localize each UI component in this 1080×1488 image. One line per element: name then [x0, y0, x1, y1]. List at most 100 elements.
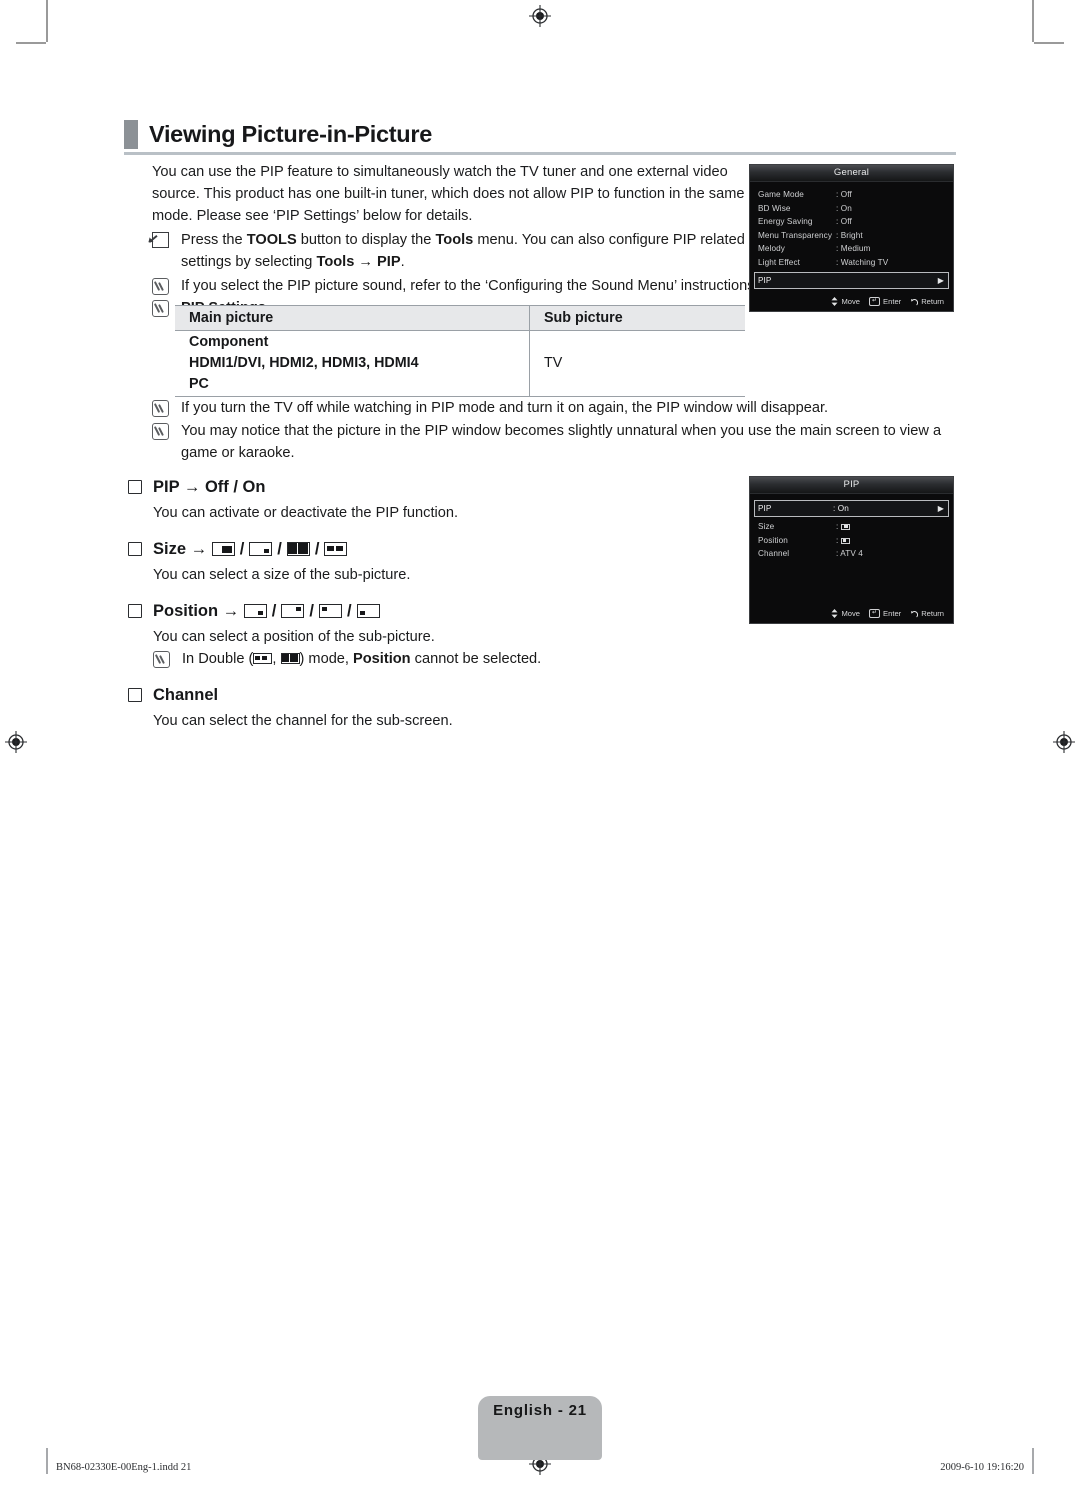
osd-row-game-mode[interactable]: Game Mode : Off: [758, 188, 945, 202]
position-top-left-icon: [318, 604, 342, 618]
osd-row-label: Light Effect: [758, 257, 801, 267]
tools-note-bold-tools-path: Tools: [316, 254, 355, 270]
osd-row-value: : On: [833, 504, 849, 513]
option-size: Size → / / / You can select a size of the …: [128, 538, 728, 586]
osd-pip-title: PIP: [750, 477, 953, 494]
main-picture-cell: Component HDMI1/DVI, HDMI2, HDMI3, HDMI4…: [175, 330, 530, 397]
note-text-c: cannot be selected.: [410, 651, 542, 667]
osd-pip-body: PIP : On ▶ Size : Position : Channel : A…: [750, 494, 953, 561]
osd-row-label: Position: [758, 535, 788, 545]
osd-pip-footer: Move ↵ Enter Return: [750, 609, 953, 618]
chevron-right-icon: ▶: [937, 275, 944, 285]
osd-row-energy-saving[interactable]: Energy Saving : Off: [758, 215, 945, 229]
tools-icon: [152, 232, 169, 255]
osd-row-value: : Off: [836, 190, 852, 200]
option-position-note: In Double (, ) mode, Position cannot be …: [153, 648, 728, 670]
osd-row-light-effect[interactable]: Light Effect : Watching TV: [758, 256, 945, 270]
osd-row-label: PIP: [758, 504, 772, 513]
bullet-square-icon: [128, 542, 142, 556]
osd-value-colon: :: [836, 535, 839, 545]
crop-mark-top-left-h: [16, 42, 46, 44]
note-unnatural-picture: You may notice that the picture in the P…: [152, 420, 981, 464]
osd-value-colon: :: [836, 522, 839, 532]
osd-row-value: : ATV 4: [836, 549, 863, 559]
size-small-icon: [249, 542, 273, 556]
post-table-notes: If you turn the TV off while watching in…: [152, 397, 952, 464]
glyph-separator: /: [346, 602, 352, 620]
osd-row-value: :: [836, 522, 945, 531]
registration-mark-right: [1053, 731, 1075, 753]
main-picture-item: Component: [189, 334, 269, 350]
osd-row-channel[interactable]: Channel : ATV 4: [758, 547, 945, 561]
tools-note-text-a: Press the: [181, 232, 247, 248]
registration-mark-top: [529, 5, 551, 27]
osd-footer-enter: ↵ Enter: [869, 609, 901, 618]
tools-note-bold-tools-menu: Tools: [435, 232, 474, 248]
title-divider: [124, 152, 956, 155]
osd-row-label: Channel: [758, 549, 790, 559]
glyph-separator: /: [277, 540, 282, 558]
crop-mark-bottom-left: [46, 1448, 48, 1474]
position-bottom-left-icon: [840, 537, 850, 544]
return-arrow-icon: [911, 298, 919, 305]
glyph-separator: /: [271, 602, 277, 620]
tools-note: Press the TOOLS button to display the To…: [152, 229, 752, 273]
option-pip-values: Off / On: [204, 478, 266, 496]
osd-footer-enter: ↵ Enter: [869, 297, 901, 306]
osd-row-value: : On: [836, 203, 852, 213]
osd-row-value: : Bright: [836, 230, 863, 240]
return-arrow-icon: [911, 610, 919, 617]
table-header-row: Main picture Sub picture: [175, 305, 745, 331]
note-icon: [152, 300, 169, 324]
option-pip-title: PIP → Off / On: [153, 476, 728, 498]
main-picture-item: HDMI1/DVI, HDMI2, HDMI3, HDMI4: [189, 355, 419, 371]
note-comma: ,: [272, 651, 281, 667]
page-number-tab: English - 21: [478, 1396, 602, 1460]
osd-row-menu-transparency[interactable]: Menu Transparency : Bright: [758, 229, 945, 243]
arrow-glyph: →: [179, 478, 205, 496]
registration-mark-left: [5, 731, 27, 753]
note-text: You may notice that the picture in the P…: [181, 423, 942, 461]
sound-note-text: If you select the PIP picture sound, ref…: [181, 278, 759, 294]
crop-mark-top-right-h: [1034, 42, 1064, 44]
glyph-separator: /: [239, 540, 245, 558]
size-double-narrow-icon: [324, 542, 348, 556]
position-top-right-icon: [281, 604, 305, 618]
double-narrow-icon: [253, 653, 273, 664]
option-channel-title: Channel: [153, 686, 219, 704]
option-size-desc: You can select a size of the sub-picture…: [153, 567, 411, 583]
intro-paragraph: You can use the PIP feature to simultane…: [152, 164, 745, 224]
osd-footer-enter-label: Enter: [883, 609, 902, 618]
footer-timestamp: 2009-6-10 19:16:20: [940, 1462, 1024, 1473]
osd-footer-enter-label: Enter: [883, 297, 902, 306]
osd-row-pip-selected[interactable]: PIP ▶: [754, 272, 949, 289]
column-header-main-picture: Main picture: [175, 305, 530, 331]
column-header-sub-picture: Sub picture: [529, 305, 745, 331]
osd-row-size[interactable]: Size :: [758, 520, 945, 534]
osd-row-bd-wise[interactable]: BD Wise : On: [758, 202, 945, 216]
osd-row-melody[interactable]: Melody : Medium: [758, 242, 945, 256]
osd-row-position[interactable]: Position :: [758, 534, 945, 548]
tools-note-arrow: →: [354, 254, 378, 270]
size-double-wide-icon: [286, 542, 310, 556]
osd-row-label: Size: [758, 522, 775, 532]
note-bold-position: Position: [353, 651, 411, 667]
footer-file-info: BN68-02330E-00Eng-1.indd 21: [56, 1462, 192, 1473]
bullet-square-icon: [128, 604, 142, 618]
osd-general-footer: Move ↵ Enter Return: [750, 297, 953, 306]
chevron-right-icon: ▶: [937, 503, 944, 513]
option-size-name: Size: [153, 540, 187, 558]
tools-note-text-d: .: [400, 254, 405, 270]
osd-row-label: Menu Transparency: [758, 230, 833, 240]
osd-row-pip-selected[interactable]: PIP : On ▶: [754, 500, 949, 517]
table-row: Component HDMI1/DVI, HDMI2, HDMI3, HDMI4…: [175, 330, 745, 397]
glyph-separator: /: [309, 602, 314, 620]
osd-footer-return: Return: [910, 609, 944, 618]
option-position-name: Position: [153, 602, 219, 620]
option-position-title: Position → / / /: [153, 600, 728, 622]
arrow-glyph: →: [186, 540, 212, 558]
osd-general-title: General: [750, 165, 953, 182]
crop-mark-bottom-right: [1032, 1448, 1034, 1474]
page-title-block: Viewing Picture-in-Picture: [124, 120, 956, 155]
note-text: If you turn the TV off while watching in…: [181, 400, 829, 416]
